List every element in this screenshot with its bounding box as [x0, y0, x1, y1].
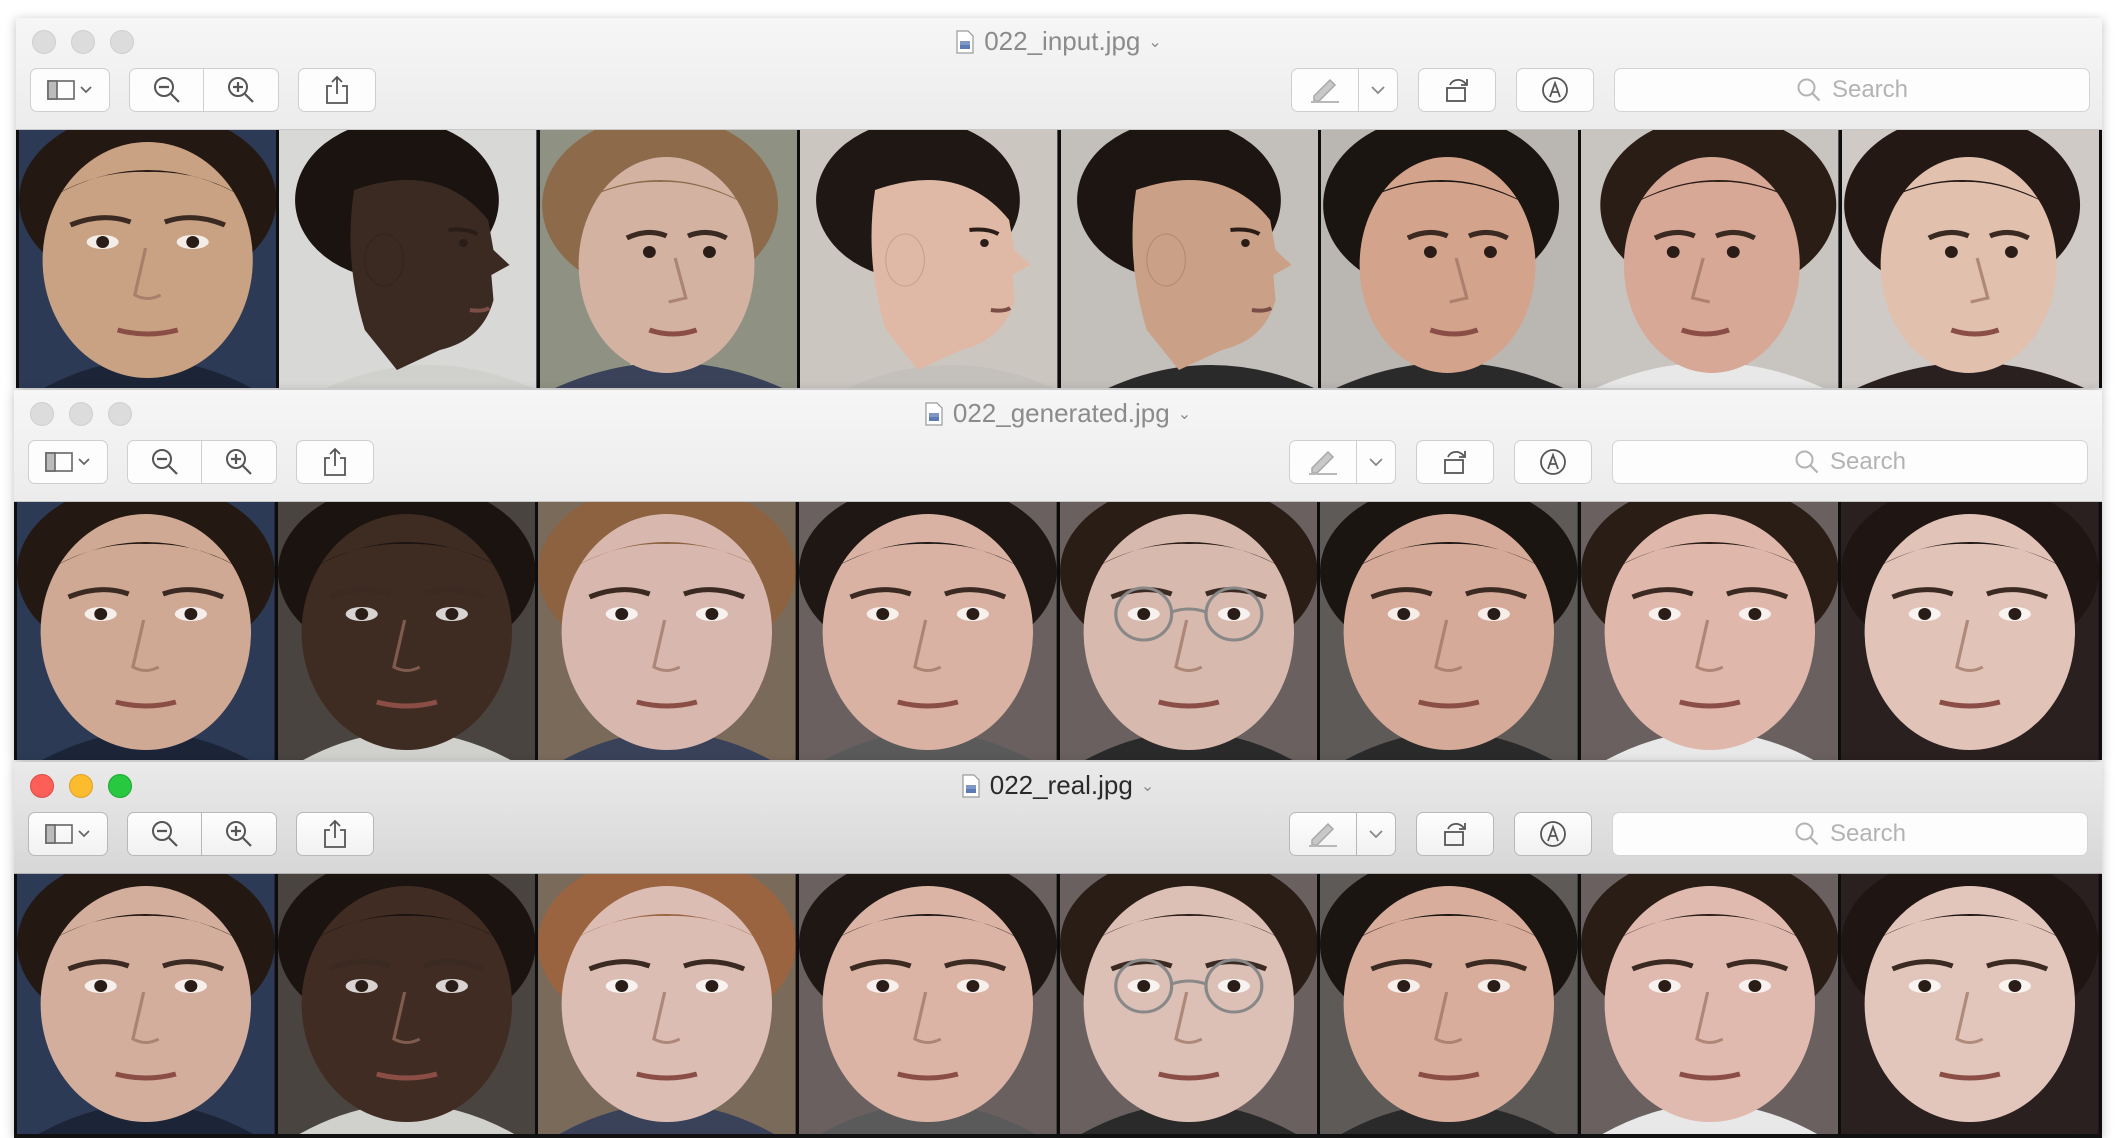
- preview-window-generated: 022_generated.jpg ⌄ Search: [14, 390, 2102, 760]
- chevron-down-icon[interactable]: ⌄: [1141, 776, 1154, 796]
- face-photo-dark-haired-woman-frontal: [1841, 502, 2099, 760]
- annotate-icon: [1540, 449, 1566, 475]
- face-photo-asian-woman-frontal: [19, 130, 277, 388]
- face-photo-woman-glasses-frontal: [1059, 874, 1318, 1134]
- markup-button[interactable]: [1289, 440, 1357, 484]
- zoom-in-button[interactable]: [201, 812, 277, 856]
- annotate-button[interactable]: [1514, 440, 1592, 484]
- zoom-out-icon: [151, 821, 178, 847]
- image-strip: [14, 874, 2102, 1134]
- rotate-button[interactable]: [1418, 68, 1496, 112]
- window-titlebar[interactable]: 022_real.jpg ⌄ Search: [14, 762, 2102, 874]
- share-button[interactable]: [296, 812, 374, 856]
- share-button[interactable]: [298, 68, 376, 112]
- preview-window-input: 022_input.jpg ⌄ Search: [16, 18, 2102, 388]
- window-titlebar[interactable]: 022_generated.jpg ⌄ Search: [14, 390, 2102, 502]
- zoom-out-button[interactable]: [127, 812, 202, 856]
- share-button[interactable]: [296, 440, 374, 484]
- chevron-down-icon: [1371, 86, 1385, 95]
- markup-menu-button[interactable]: [1358, 68, 1398, 112]
- face-photo-young-man-frontal: [1580, 502, 1839, 760]
- zoom-in-button[interactable]: [203, 68, 279, 112]
- face-photo-asian-woman-frontal: [17, 874, 275, 1134]
- face-photo-asian-woman-frontal: [17, 502, 275, 760]
- pen-markup-icon: [1309, 450, 1337, 475]
- search-field[interactable]: Search: [1614, 68, 2090, 112]
- annotate-icon: [1542, 77, 1568, 103]
- chevron-down-icon: [1369, 830, 1383, 839]
- rotate-button[interactable]: [1416, 812, 1494, 856]
- face-photo-young-man-frontal: [1580, 874, 1839, 1134]
- face-photo-dark-skinned-man-frontal: [277, 874, 536, 1134]
- annotate-icon: [1540, 821, 1566, 847]
- zoom-in-icon: [226, 821, 252, 847]
- chevron-down-icon[interactable]: ⌄: [1178, 404, 1191, 424]
- zoom-out-icon: [153, 77, 180, 103]
- image-document-icon: [956, 30, 974, 54]
- preview-window-real: 022_real.jpg ⌄ Search: [14, 762, 2102, 1138]
- markup-menu-button[interactable]: [1356, 440, 1396, 484]
- zoom-in-icon: [228, 77, 254, 103]
- zoom-in-icon: [226, 449, 252, 475]
- zoom-out-icon: [151, 449, 178, 475]
- annotate-button[interactable]: [1514, 812, 1592, 856]
- window-title-text: 022_input.jpg: [984, 26, 1141, 56]
- pen-markup-icon: [1309, 822, 1337, 847]
- face-photo-curly-haired-woman-frontal: [538, 502, 796, 760]
- share-icon: [324, 447, 346, 476]
- window-title-text: 022_generated.jpg: [952, 398, 1170, 428]
- markup-menu-button[interactable]: [1356, 812, 1396, 856]
- window-titlebar[interactable]: 022_input.jpg ⌄ Search: [16, 18, 2102, 130]
- markup-button[interactable]: [1289, 812, 1357, 856]
- markup-button[interactable]: [1291, 68, 1359, 112]
- face-photo-man-frontal: [798, 502, 1057, 760]
- zoom-out-button[interactable]: [127, 440, 202, 484]
- face-photo-young-man-three-quarter: [1581, 130, 1839, 388]
- image-document-icon: [962, 774, 980, 798]
- face-photo-dark-skinned-man-profile: [279, 130, 537, 388]
- face-photo-dark-haired-woman-frontal: [1841, 874, 2099, 1134]
- share-icon: [326, 75, 348, 104]
- rotate-button[interactable]: [1416, 440, 1494, 484]
- face-photo-curly-haired-woman-looking-right: [539, 130, 798, 388]
- sidebar-icon: [45, 452, 90, 472]
- window-title-text: 022_real.jpg: [989, 770, 1133, 800]
- sidebar-icon: [45, 824, 90, 844]
- sidebar-icon: [47, 80, 92, 100]
- face-photo-curly-haired-woman-frontal: [538, 874, 796, 1134]
- search-field[interactable]: Search: [1612, 812, 2088, 856]
- rotate-left-icon: [1444, 822, 1466, 846]
- face-photo-woman-glasses-frontal: [1059, 502, 1318, 760]
- face-photo-man-profile-right: [800, 130, 1058, 388]
- image-document-icon: [925, 402, 943, 426]
- rotate-left-icon: [1444, 450, 1466, 474]
- zoom-out-button[interactable]: [129, 68, 204, 112]
- chevron-down-icon[interactable]: ⌄: [1148, 32, 1161, 52]
- search-field[interactable]: Search: [1612, 440, 2088, 484]
- window-title[interactable]: 022_real.jpg ⌄: [14, 770, 2102, 801]
- rotate-left-icon: [1446, 78, 1468, 102]
- sidebar-toggle-button[interactable]: [28, 812, 108, 856]
- pen-markup-icon: [1311, 78, 1339, 103]
- face-photo-smiling-man-three-quarter: [1320, 130, 1579, 388]
- annotate-button[interactable]: [1516, 68, 1594, 112]
- zoom-in-button[interactable]: [201, 440, 277, 484]
- face-photo-dark-skinned-man-frontal: [277, 502, 536, 760]
- image-strip: [16, 130, 2102, 388]
- sidebar-toggle-button[interactable]: [30, 68, 110, 112]
- chevron-down-icon: [1369, 458, 1383, 467]
- face-photo-man-frontal: [798, 874, 1057, 1134]
- sidebar-toggle-button[interactable]: [28, 440, 108, 484]
- share-icon: [324, 819, 346, 848]
- face-photo-woman-glasses-profile: [1060, 130, 1318, 388]
- face-photo-man-short-hair-frontal: [1320, 874, 1578, 1134]
- image-strip: [14, 502, 2102, 760]
- face-photo-dark-haired-woman-three-quarter: [1841, 130, 2099, 388]
- face-photo-man-short-hair-frontal: [1320, 502, 1578, 760]
- window-title[interactable]: 022_input.jpg ⌄: [16, 26, 2102, 57]
- window-title[interactable]: 022_generated.jpg ⌄: [14, 398, 2102, 429]
